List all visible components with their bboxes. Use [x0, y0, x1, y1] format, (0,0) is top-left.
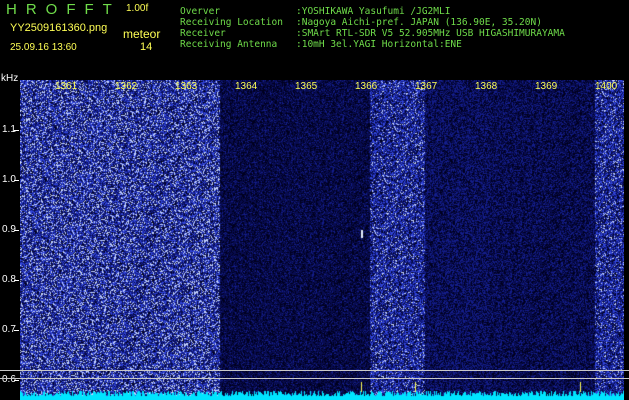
datetime-label: 25.09.16 13:60 [10, 42, 77, 53]
spectrogram [20, 80, 624, 400]
filename-label: YY2509161360.png [10, 22, 108, 34]
time-tick: 1365 [295, 81, 318, 92]
freq-tick-mark [14, 380, 19, 381]
info-row-antenna: Receiving Antenna :10mH 3el.YAGI Horizont… [180, 39, 462, 50]
time-tick: 1368 [475, 81, 498, 92]
time-tick: 1363 [175, 81, 198, 92]
info-value: :SMArt RTL-SDR V5 52.905MHz USB HIGASHIM… [296, 28, 565, 39]
info-key: Receiver [180, 28, 226, 39]
info-key: Receiving Antenna [180, 39, 278, 50]
time-tick: 1400 [595, 81, 618, 92]
info-key: Receiving Location [180, 17, 283, 28]
freq-tick-mark [14, 280, 19, 281]
app-title: HROFFT [6, 1, 121, 18]
freq-tick-mark [14, 330, 19, 331]
info-row-location: Receiving Location :Nagoya Aichi-pref. JA… [180, 17, 542, 28]
freq-tick-mark [14, 180, 19, 181]
time-tick: 1366 [355, 81, 378, 92]
info-value: :10mH 3el.YAGI Horizontal:ENE [296, 39, 462, 50]
reference-line [0, 370, 629, 371]
time-tick: 1367 [415, 81, 438, 92]
frequency-unit-label: kHz [1, 73, 19, 84]
version-label: 1.00f [126, 3, 149, 14]
info-value: :Nagoya Aichi-pref. JAPAN (136.90E, 35.2… [296, 17, 542, 28]
time-tick: 1364 [235, 81, 258, 92]
freq-tick-mark [14, 130, 19, 131]
time-tick: 1361 [55, 81, 78, 92]
reference-line [0, 378, 629, 379]
info-row-observer: Overver :YOSHIKAWA Yasufumi /JG2MLI [180, 6, 450, 17]
time-tick: 1369 [535, 81, 558, 92]
freq-tick-mark [14, 230, 19, 231]
info-key: Overver [180, 6, 221, 17]
spectrogram-canvas [20, 80, 624, 400]
hrofft-window: HROFFT 1.00f YY2509161360.png meteor 25.… [0, 0, 629, 400]
info-row-receiver: Receiver :SMArt RTL-SDR V5 52.905MHz USB … [180, 28, 565, 39]
meteor-count: 14 [140, 41, 153, 53]
mode-label: meteor [123, 27, 161, 41]
time-tick: 1362 [115, 81, 138, 92]
info-value: :YOSHIKAWA Yasufumi /JG2MLI [296, 6, 451, 17]
